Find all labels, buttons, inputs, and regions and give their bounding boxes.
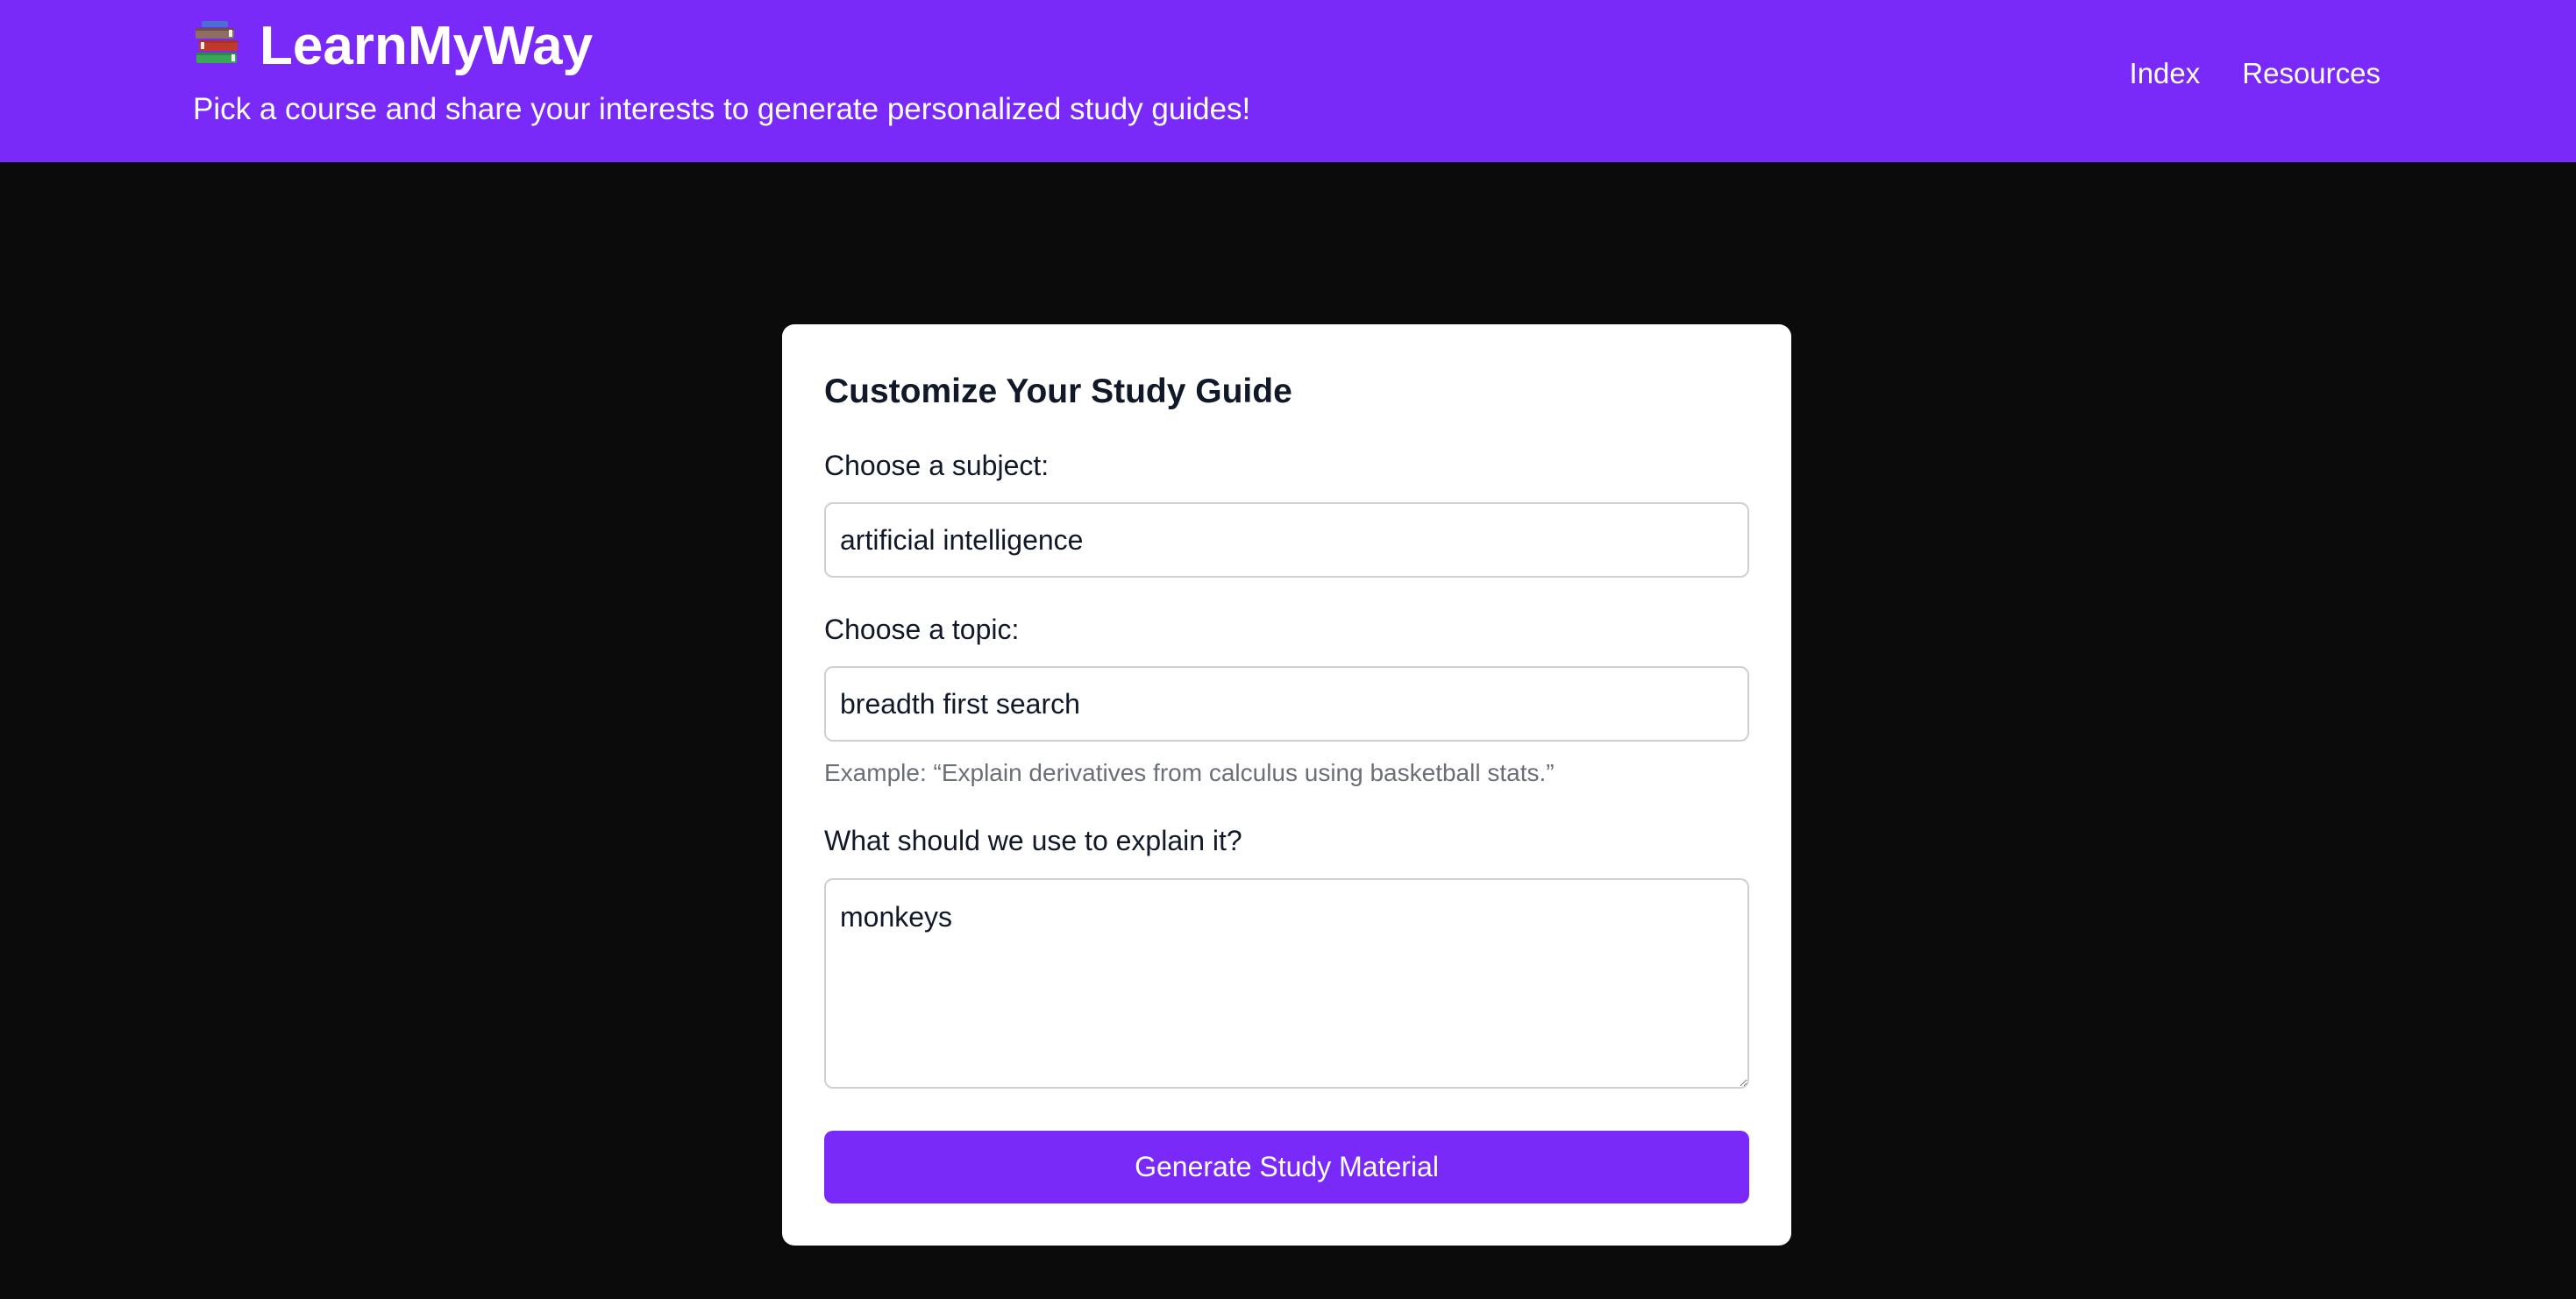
topic-hint: Example: “Explain derivatives from calcu… [824,759,1555,786]
brand: LearnMyWay [193,16,593,77]
subject-input[interactable] [824,502,1749,578]
study-guide-form: Customize Your Study Guide Choose a subj… [782,324,1791,1246]
site-title: LearnMyWay [260,16,594,76]
explain-textarea[interactable]: monkeys [824,878,1749,1089]
site-tagline: Pick a course and share your interests t… [193,92,1251,126]
nav-link-resources[interactable]: Resources [2242,54,2380,93]
topic-input[interactable] [824,666,1749,742]
main-nav: Index Resources [2130,54,2380,93]
form-title: Customize Your Study Guide [824,373,1292,410]
generate-study-material-button[interactable]: Generate Study Material [824,1131,1749,1203]
books-icon [196,21,238,63]
site-header: LearnMyWay Pick a course and share your … [0,0,2576,162]
nav-link-index[interactable]: Index [2130,54,2201,93]
explain-label: What should we use to explain it? [824,825,1242,856]
topic-label: Choose a topic: [824,614,1020,645]
subject-label: Choose a subject: [824,450,1050,481]
